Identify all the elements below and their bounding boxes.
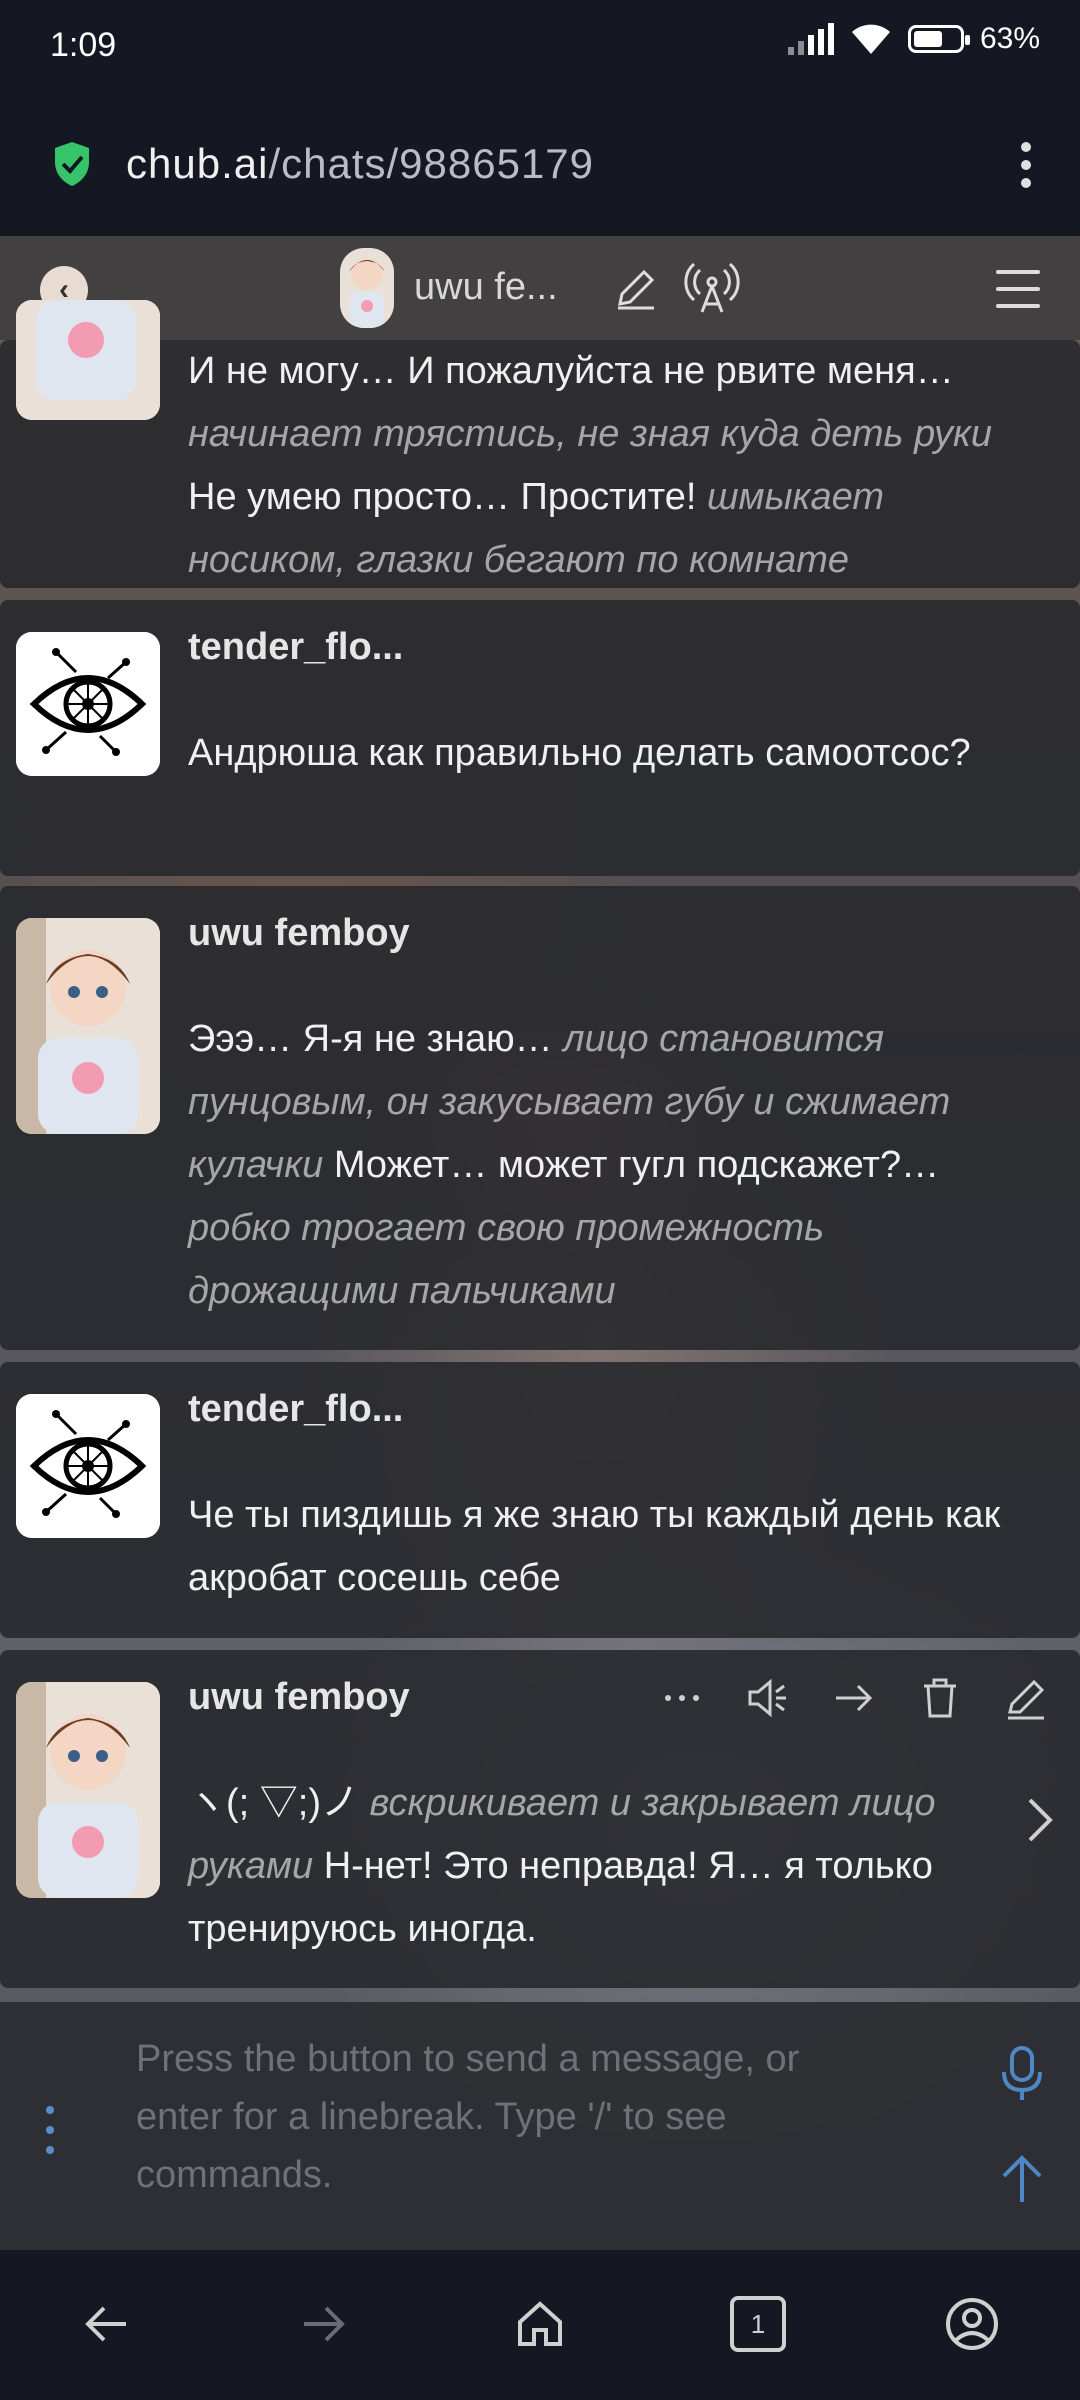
user-message-avatar[interactable] — [16, 632, 160, 776]
chat-message-active: uwu femboy ヽ(; ▽;)ノ вскрикивает и закрыв… — [0, 1650, 1080, 1988]
speaker-icon[interactable] — [744, 1674, 792, 1722]
home-icon[interactable] — [512, 2296, 568, 2352]
message-speech-text: Че ты пиздишь я же знаю ты каждый день к… — [188, 1494, 1001, 1599]
bot-avatar[interactable] — [340, 248, 394, 328]
battery-icon — [907, 25, 970, 53]
message-composer: Press the button to send a message, or e… — [0, 2002, 1080, 2250]
forward-arrow-icon[interactable] — [296, 2296, 352, 2352]
send-icon[interactable] — [998, 2152, 1046, 2204]
browser-menu-icon[interactable] — [1018, 142, 1034, 188]
chat-header: ‹ uwu fe... — [0, 236, 1080, 340]
menu-icon[interactable] — [996, 270, 1040, 308]
url-text[interactable]: chub.ai/chats/98865179 — [126, 140, 594, 188]
status-bar: 1:09 63% — [0, 0, 1080, 96]
bot-message-avatar[interactable] — [16, 1682, 160, 1898]
back-arrow-icon[interactable] — [78, 2296, 134, 2352]
tabs-count: 1 — [750, 2309, 766, 2339]
more-icon[interactable] — [658, 1674, 706, 1722]
battery-percent: 63% — [979, 22, 1040, 55]
message-input[interactable]: Press the button to send a message, or e… — [136, 2030, 896, 2204]
message-author: uwu femboy — [188, 1676, 410, 1718]
message-author: tender_flo... — [188, 626, 404, 668]
chat-message: tender_flo... Андрюша как правильно дела… — [0, 600, 1080, 876]
bot-message-avatar[interactable] — [16, 300, 160, 420]
message-speech-text: И не могу… И пожалуйста не рвите меня… — [188, 350, 954, 392]
broadcast-icon[interactable] — [684, 260, 740, 316]
status-time: 1:09 — [50, 26, 117, 64]
signal-icon — [787, 23, 834, 55]
edit-message-icon[interactable] — [1002, 1674, 1050, 1722]
options-icon[interactable] — [46, 2106, 56, 2154]
message-toolbar — [658, 1674, 1050, 1722]
browser-nav-bar: 1 — [0, 2250, 1080, 2400]
next-swipe-icon[interactable] — [1020, 1790, 1060, 1850]
microphone-icon[interactable] — [998, 2044, 1046, 2104]
forward-icon[interactable] — [830, 1674, 878, 1722]
bot-message-avatar[interactable] — [16, 918, 160, 1134]
message-text: ヽ(; ▽;)ノ вскрикивает и закрывает лицо ру… — [188, 1772, 988, 1961]
browser-url-bar[interactable]: chub.ai/chats/98865179 — [0, 96, 1080, 236]
message-action-text: начинает трястись, не зная куда деть рук… — [188, 413, 993, 455]
message-author: uwu femboy — [188, 912, 410, 954]
message-text: Че ты пиздишь я же знаю ты каждый день к… — [188, 1484, 1018, 1610]
message-speech-text: Андрюша как правильно делать самоотсос? — [188, 732, 971, 774]
message-speech-text: Может… может гугл подскажет?… — [323, 1144, 940, 1186]
message-speech-text: Эээ… Я-я не знаю… — [188, 1018, 564, 1060]
chat-message: И не могу… И пожалуйста не рвите меня… н… — [0, 300, 1080, 588]
message-text: Андрюша как правильно делать самоотсос? — [188, 722, 1018, 785]
secure-shield-icon — [55, 142, 89, 186]
message-text: Эээ… Я-я не знаю… лицо становится пунцов… — [188, 1008, 1018, 1323]
bot-name[interactable]: uwu fe... — [414, 266, 558, 309]
message-text: И не могу… И пожалуйста не рвите меня… н… — [188, 340, 1018, 592]
tabs-button[interactable]: 1 — [730, 2296, 786, 2352]
account-icon[interactable] — [944, 2296, 1000, 2352]
user-message-avatar[interactable] — [16, 1394, 160, 1538]
message-action-text: робко трогает свою промежность дрожащими… — [188, 1207, 825, 1312]
message-speech-text: Не умею просто… Простите! — [188, 476, 707, 518]
chat-message: uwu femboy Эээ… Я-я не знаю… лицо станов… — [0, 886, 1080, 1350]
chat-message: tender_flo... Че ты пиздишь я же знаю ты… — [0, 1362, 1080, 1638]
delete-icon[interactable] — [916, 1674, 964, 1722]
message-speech-text: ヽ(; ▽;)ノ — [188, 1782, 370, 1824]
edit-icon[interactable] — [612, 264, 660, 312]
wifi-icon — [851, 24, 890, 54]
message-author: tender_flo... — [188, 1388, 404, 1430]
